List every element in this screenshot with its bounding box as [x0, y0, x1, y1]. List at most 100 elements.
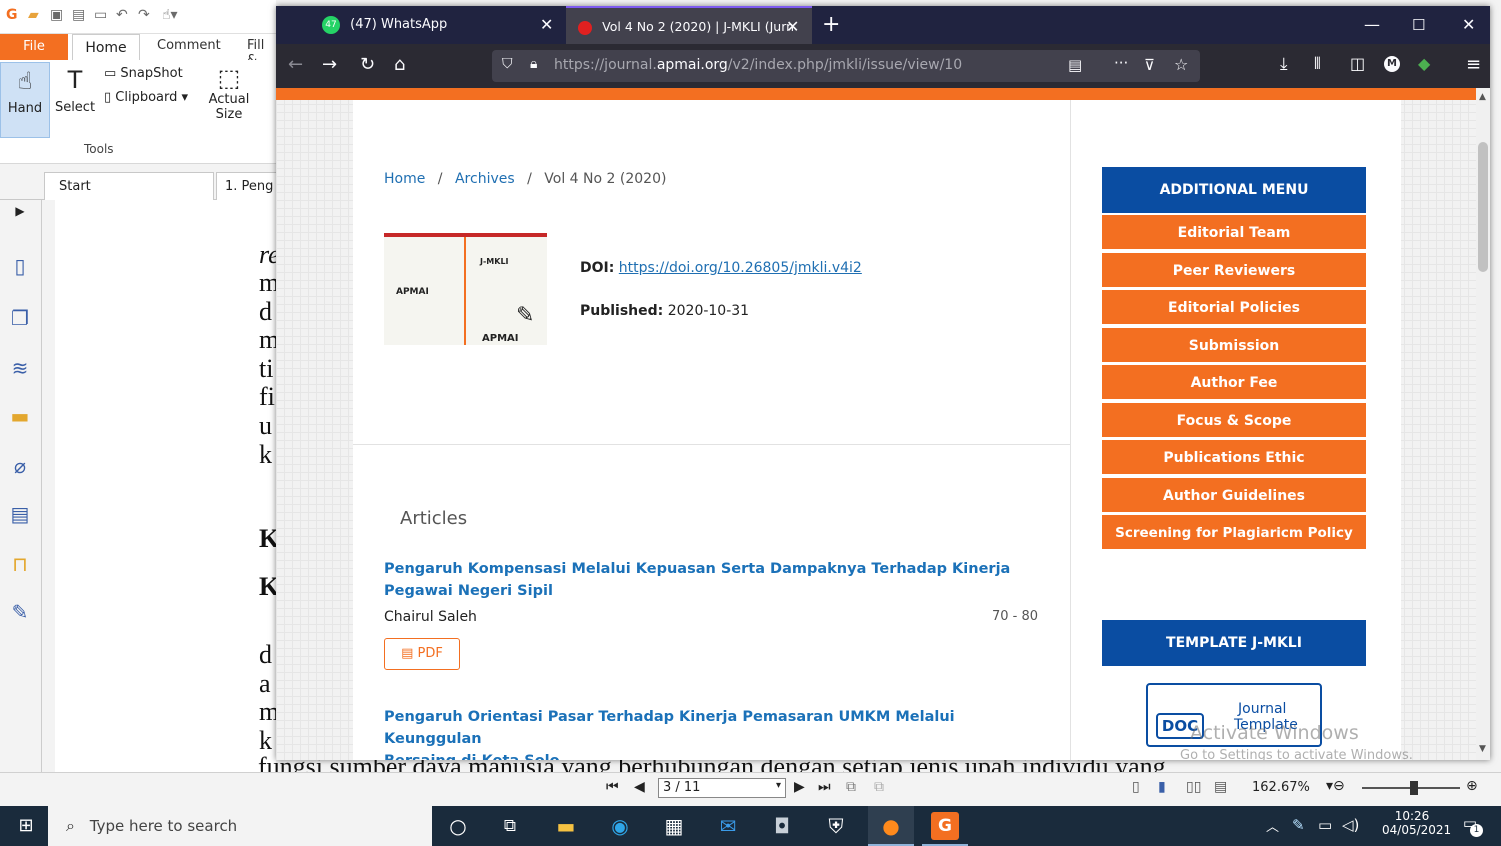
tab-whatsapp[interactable]: 47 (47) WhatsApp ✕	[322, 6, 566, 44]
window-icon[interactable]: ▭	[94, 7, 107, 23]
extension-m-icon[interactable]: M	[1384, 56, 1400, 72]
pen-user-icon[interactable]: ✎	[8, 600, 32, 624]
snapshot-button[interactable]: ▭ SnapShot	[104, 66, 183, 81]
layers-icon[interactable]: ≋	[8, 356, 32, 380]
signature-panel-icon[interactable]: ▤	[8, 502, 32, 526]
url-text[interactable]: https://journal.apmai.org/v2/index.php/j…	[554, 57, 962, 73]
zoom-slider-handle[interactable]	[1410, 781, 1418, 795]
bookmark-icon[interactable]: ▯	[8, 254, 32, 278]
zoom-level[interactable]: 162.67%	[1252, 780, 1310, 795]
minimize-icon[interactable]: —	[1364, 6, 1380, 44]
cortana-icon[interactable]: ○	[444, 812, 472, 840]
last-page-icon[interactable]: ⏭	[818, 779, 831, 795]
article-title-link[interactable]: Pengaruh Orientasi Pasar Terhadap Kinerj…	[384, 706, 1024, 760]
single-page-icon[interactable]: ▯	[1132, 779, 1140, 795]
defender-icon[interactable]: ⛨	[822, 812, 850, 840]
security-lock-icon[interactable]: ⊓	[8, 552, 32, 576]
edge-icon[interactable]: ◉	[606, 812, 634, 840]
maximize-icon[interactable]: ☐	[1412, 6, 1425, 44]
menu-peer-reviewers[interactable]: Peer Reviewers	[1102, 253, 1366, 289]
insert-page-icon[interactable]: ⧉	[874, 779, 884, 795]
clock[interactable]: 10:26 04/05/2021	[1382, 809, 1451, 837]
redo-icon[interactable]: ↷	[138, 7, 150, 23]
attachment-icon[interactable]: ⌀	[8, 454, 32, 478]
page-number-input[interactable]: 3 / 11 ▾	[658, 778, 786, 798]
issue-cover-image[interactable]: J-MKLI APMAI APMAI ✎	[384, 233, 547, 345]
tab-home[interactable]: Home	[72, 34, 140, 60]
taskbar-firefox-active[interactable]: ●	[868, 806, 914, 846]
mail-icon[interactable]: ✉	[714, 812, 742, 840]
tab-journal[interactable]: Vol 4 No 2 (2020) | J-MKLI (Jurn ✕	[566, 6, 812, 44]
bookmark-star-icon[interactable]: ☆	[1174, 55, 1188, 74]
store-icon[interactable]: ▦	[660, 812, 688, 840]
scroll-down-icon[interactable]: ▼	[1479, 744, 1486, 754]
browser-vertical-scrollbar[interactable]: ▲ ▼	[1476, 88, 1490, 760]
scroll-thumb[interactable]	[1478, 142, 1488, 272]
menu-publications-ethic[interactable]: Publications Ethic	[1102, 440, 1366, 476]
continuous-facing-icon[interactable]: ▤	[1214, 779, 1227, 795]
taskbar-foxit-active[interactable]: G	[922, 806, 968, 846]
task-view-icon[interactable]: ⧉	[496, 812, 524, 840]
volume-icon[interactable]: ◁)	[1342, 816, 1359, 834]
clipboard-button[interactable]: ▯ Clipboard ▾	[104, 90, 188, 105]
breadcrumb-archives[interactable]: Archives	[455, 171, 515, 187]
zoom-in-icon[interactable]: ⊕	[1466, 778, 1478, 794]
pocket-icon[interactable]: ⊽	[1144, 56, 1155, 74]
notification-center-icon[interactable]: ▭ 1	[1458, 814, 1483, 838]
home-icon[interactable]: ⌂	[394, 54, 405, 75]
open-icon[interactable]: ▰	[28, 7, 39, 23]
menu-hamburger-icon[interactable]: ≡	[1466, 54, 1481, 75]
menu-submission[interactable]: Submission	[1102, 328, 1366, 364]
breadcrumb-home[interactable]: Home	[384, 171, 425, 187]
article-title-link[interactable]: Pengaruh Kompensasi Melalui Kepuasan Ser…	[384, 558, 1024, 602]
menu-author-fee[interactable]: Author Fee	[1102, 365, 1366, 401]
extension-colorful-icon[interactable]: ◆	[1418, 54, 1430, 73]
pages-icon[interactable]: ❐	[8, 306, 32, 330]
lock-warning-icon[interactable]: 🔒︎	[530, 56, 537, 72]
continuous-page-icon[interactable]: ▮	[1158, 779, 1166, 795]
tab-file[interactable]: File	[0, 34, 68, 60]
menu-plagiarism-policy[interactable]: Screening for Plagiaricm Policy	[1102, 515, 1366, 551]
url-bar[interactable]: ⛉ 🔒︎ https://journal.apmai.org/v2/index.…	[492, 50, 1200, 82]
file-explorer-icon[interactable]: ▬	[552, 812, 580, 840]
first-page-icon[interactable]: ⏮	[606, 779, 619, 795]
new-tab-icon[interactable]: +	[822, 6, 840, 44]
print-icon[interactable]: ▤	[72, 7, 85, 23]
close-window-icon[interactable]: ✕	[1462, 6, 1475, 44]
doi-link[interactable]: https://doi.org/10.26805/jmkli.v4i2	[619, 260, 862, 276]
facing-page-icon[interactable]: ▯▯	[1186, 779, 1201, 795]
menu-editorial-policies[interactable]: Editorial Policies	[1102, 290, 1366, 326]
network-icon[interactable]: ▭	[1318, 816, 1332, 834]
download-icon[interactable]: ⤓	[1280, 54, 1288, 74]
save-icon[interactable]: ▣	[50, 7, 63, 23]
next-page-icon[interactable]: ▶	[794, 779, 805, 795]
camera-icon[interactable]: ◘	[768, 812, 796, 840]
back-icon[interactable]: ←	[288, 54, 303, 75]
actual-size-button[interactable]: ⬚ Actual Size	[204, 62, 254, 138]
scroll-up-icon[interactable]: ▲	[1479, 92, 1486, 102]
windows-start-icon[interactable]: ⊞	[12, 812, 40, 840]
taskbar-search[interactable]: ⌕ Type here to search	[48, 806, 432, 846]
reader-view-icon[interactable]: ▤	[1068, 56, 1082, 74]
comments-icon[interactable]: ▬	[8, 404, 32, 428]
hand-tool-icon[interactable]: ☝▾	[162, 7, 178, 23]
pen-ink-icon[interactable]: ✎	[1292, 816, 1305, 834]
forward-icon[interactable]: →	[322, 54, 337, 75]
menu-editorial-team[interactable]: Editorial Team	[1102, 215, 1366, 251]
expand-arrow-icon[interactable]: ▶	[8, 204, 32, 228]
select-button[interactable]: T Select	[54, 62, 96, 138]
library-icon[interactable]: ⫴	[1314, 54, 1321, 74]
doc-tab-start[interactable]: Start	[44, 172, 214, 200]
shield-icon[interactable]: ⛉	[502, 56, 513, 72]
close-tab-icon[interactable]: ✕	[786, 8, 799, 46]
pdf-button[interactable]: ▤ PDF	[384, 638, 460, 670]
tab-comment[interactable]: Comment	[157, 38, 221, 53]
sidebar-icon[interactable]: ◫	[1350, 54, 1365, 73]
close-tab-icon[interactable]: ✕	[540, 6, 553, 44]
extract-page-icon[interactable]: ⧉	[846, 779, 856, 795]
menu-focus-scope[interactable]: Focus & Scope	[1102, 403, 1366, 439]
prev-page-icon[interactable]: ◀	[634, 779, 645, 795]
menu-author-guidelines[interactable]: Author Guidelines	[1102, 478, 1366, 514]
reload-icon[interactable]: ↻	[360, 54, 375, 75]
show-hidden-icons-icon[interactable]: ︿	[1266, 816, 1279, 835]
